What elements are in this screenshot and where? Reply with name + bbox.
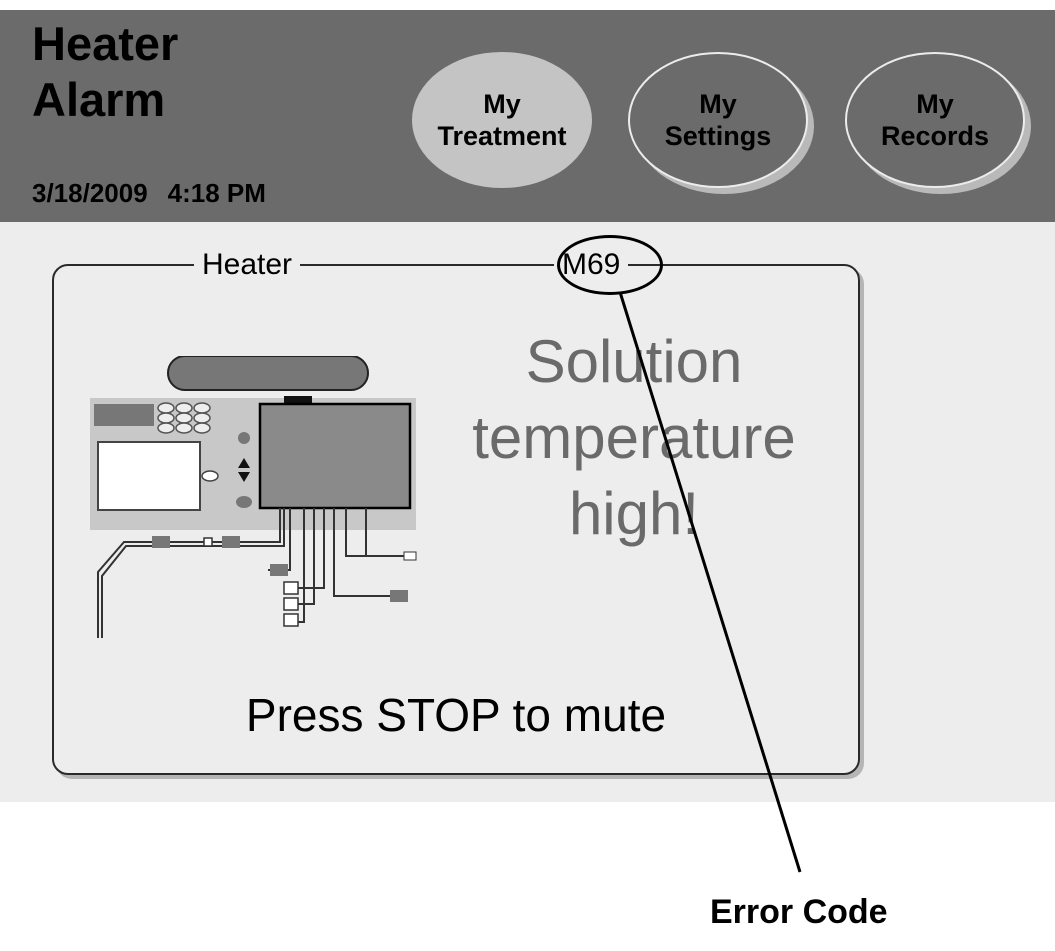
error-code-callout-label: Error Code — [710, 893, 888, 931]
callout-pointer-line — [618, 291, 802, 873]
